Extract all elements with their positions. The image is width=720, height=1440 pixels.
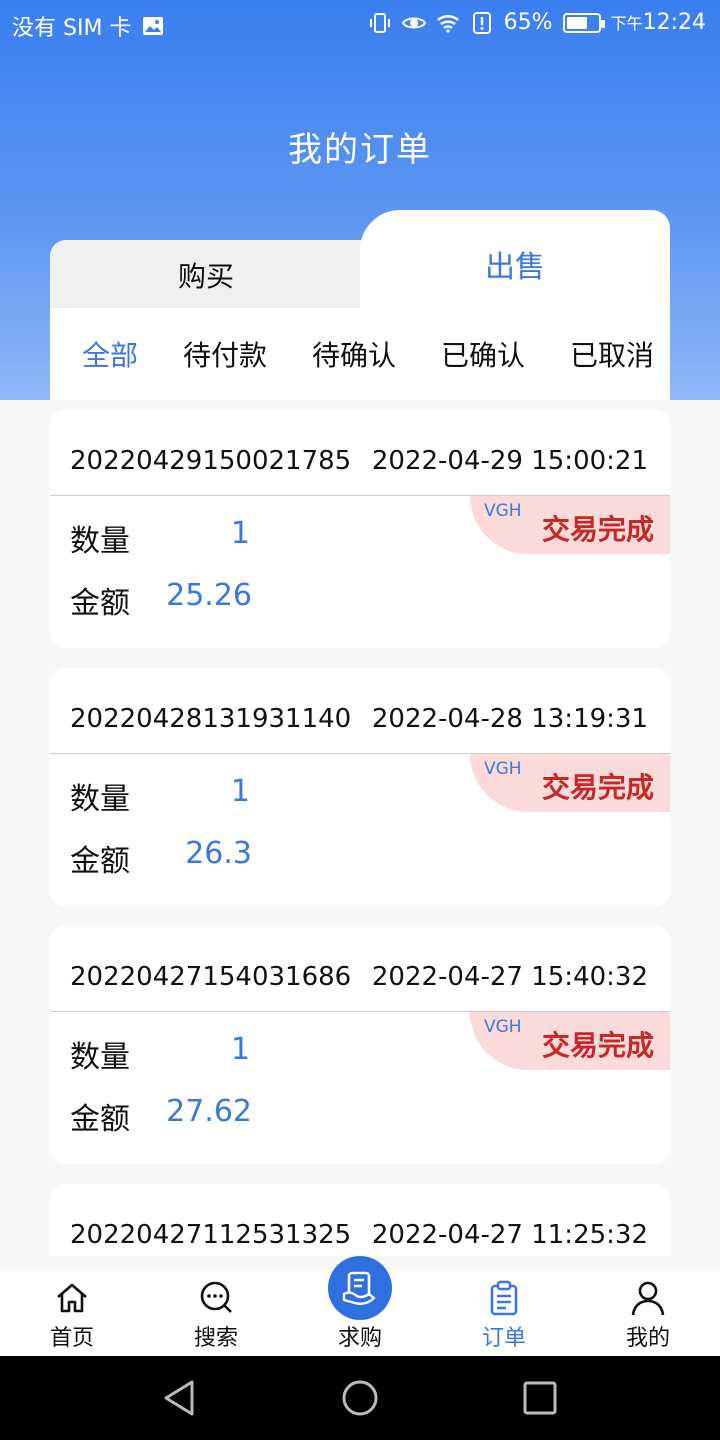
nav-search-label: 搜索 bbox=[193, 1326, 238, 1351]
coin-code: VGH bbox=[484, 1017, 522, 1037]
order-list[interactable]: 20220429150021785 2022-04-29 15:00:21 VG… bbox=[50, 410, 670, 1256]
amount-label: 金额 bbox=[70, 844, 130, 879]
order-number: 20220429150021785 bbox=[70, 446, 352, 476]
order-card[interactable]: 20220427112531325 2022-04-27 11:25:32 bbox=[50, 1184, 670, 1256]
tab-sell[interactable]: 出售 bbox=[360, 210, 670, 310]
order-number: 20220428131931140 bbox=[70, 704, 352, 734]
clock-time: 12:24 bbox=[642, 10, 706, 35]
recents-square-icon[interactable] bbox=[520, 1378, 560, 1418]
amount-value: 27.62 bbox=[166, 1094, 252, 1129]
amount-value: 26.3 bbox=[185, 836, 252, 871]
order-card[interactable]: 20220428131931140 2022-04-28 13:19:31 VG… bbox=[50, 668, 670, 906]
vibrate-icon bbox=[368, 11, 392, 35]
battery-percent: 65% bbox=[503, 10, 553, 35]
nav-home[interactable]: 首页 bbox=[22, 1270, 122, 1356]
filter-pending-payment[interactable]: 待付款 bbox=[183, 334, 267, 374]
order-time: 2022-04-27 11:25:32 bbox=[371, 1220, 648, 1250]
nav-search[interactable]: 搜索 bbox=[166, 1270, 266, 1356]
home-circle-icon[interactable] bbox=[340, 1378, 380, 1418]
filter-pending-confirm[interactable]: 待确认 bbox=[312, 334, 396, 374]
status-filter-bar: 全部 待付款 待确认 已确认 已取消 bbox=[50, 308, 670, 400]
status-badge: VGH 交易完成 bbox=[470, 1012, 670, 1070]
user-icon bbox=[631, 1281, 665, 1316]
order-time: 2022-04-27 15:40:32 bbox=[371, 962, 648, 992]
quantity-value: 1 bbox=[230, 516, 250, 551]
system-nav-bar bbox=[0, 1356, 720, 1440]
order-card-header: 20220429150021785 2022-04-29 15:00:21 bbox=[50, 410, 670, 496]
handshake-icon bbox=[342, 1271, 376, 1305]
order-card-header: 20220428131931140 2022-04-28 13:19:31 bbox=[50, 668, 670, 754]
amount-label: 金额 bbox=[70, 586, 130, 621]
back-icon[interactable] bbox=[160, 1378, 200, 1418]
quantity-label: 数量 bbox=[70, 524, 130, 559]
amount-value: 25.26 bbox=[166, 578, 252, 613]
search-chat-icon bbox=[200, 1281, 232, 1313]
order-number: 20220427112531325 bbox=[70, 1220, 352, 1250]
coin-code: VGH bbox=[484, 501, 522, 521]
quantity-value: 1 bbox=[230, 774, 250, 809]
filter-cancelled[interactable]: 已取消 bbox=[570, 334, 654, 374]
eye-icon bbox=[401, 11, 426, 35]
carrier-text: 没有 SIM 卡 bbox=[12, 16, 132, 41]
time-prefix: 下午 bbox=[610, 14, 643, 33]
tab-buy[interactable]: 购买 bbox=[50, 240, 362, 310]
nav-orders[interactable]: 订单 bbox=[454, 1270, 554, 1356]
home-icon bbox=[57, 1283, 87, 1313]
nav-profile[interactable]: 我的 bbox=[598, 1270, 698, 1356]
image-icon bbox=[141, 14, 165, 38]
status-badge: VGH 交易完成 bbox=[470, 754, 670, 812]
nav-home-label: 首页 bbox=[49, 1326, 94, 1351]
coin-code: VGH bbox=[484, 759, 522, 779]
order-time: 2022-04-28 13:19:31 bbox=[371, 704, 648, 734]
order-time: 2022-04-29 15:00:21 bbox=[371, 446, 648, 476]
quantity-value: 1 bbox=[230, 1032, 250, 1067]
order-status: 交易完成 bbox=[541, 513, 654, 546]
order-card-header: 20220427112531325 2022-04-27 11:25:32 bbox=[50, 1184, 670, 1256]
page-title: 我的订单 bbox=[288, 130, 432, 170]
status-bar: 没有 SIM 卡 65% 下午12:24 bbox=[0, 0, 720, 50]
alert-icon bbox=[470, 11, 494, 35]
order-number: 20220427154031686 bbox=[70, 962, 352, 992]
wifi-icon bbox=[436, 11, 460, 35]
nav-wanted-button[interactable] bbox=[328, 1256, 392, 1320]
nav-profile-label: 我的 bbox=[625, 1326, 670, 1351]
filter-confirmed[interactable]: 已确认 bbox=[441, 334, 525, 374]
order-status: 交易完成 bbox=[541, 771, 654, 804]
nav-wanted-label: 求购 bbox=[337, 1326, 382, 1351]
order-card-header: 20220427154031686 2022-04-27 15:40:32 bbox=[50, 926, 670, 1012]
clipboard-icon bbox=[490, 1280, 518, 1316]
order-status: 交易完成 bbox=[541, 1029, 654, 1062]
status-badge: VGH 交易完成 bbox=[470, 496, 670, 554]
quantity-label: 数量 bbox=[70, 1040, 130, 1075]
nav-orders-label: 订单 bbox=[481, 1326, 526, 1351]
filter-all[interactable]: 全部 bbox=[82, 334, 138, 374]
order-card[interactable]: 20220427154031686 2022-04-27 15:40:32 VG… bbox=[50, 926, 670, 1164]
battery-icon bbox=[562, 12, 605, 33]
quantity-label: 数量 bbox=[70, 782, 130, 817]
order-card[interactable]: 20220429150021785 2022-04-29 15:00:21 VG… bbox=[50, 410, 670, 648]
amount-label: 金额 bbox=[70, 1102, 130, 1137]
